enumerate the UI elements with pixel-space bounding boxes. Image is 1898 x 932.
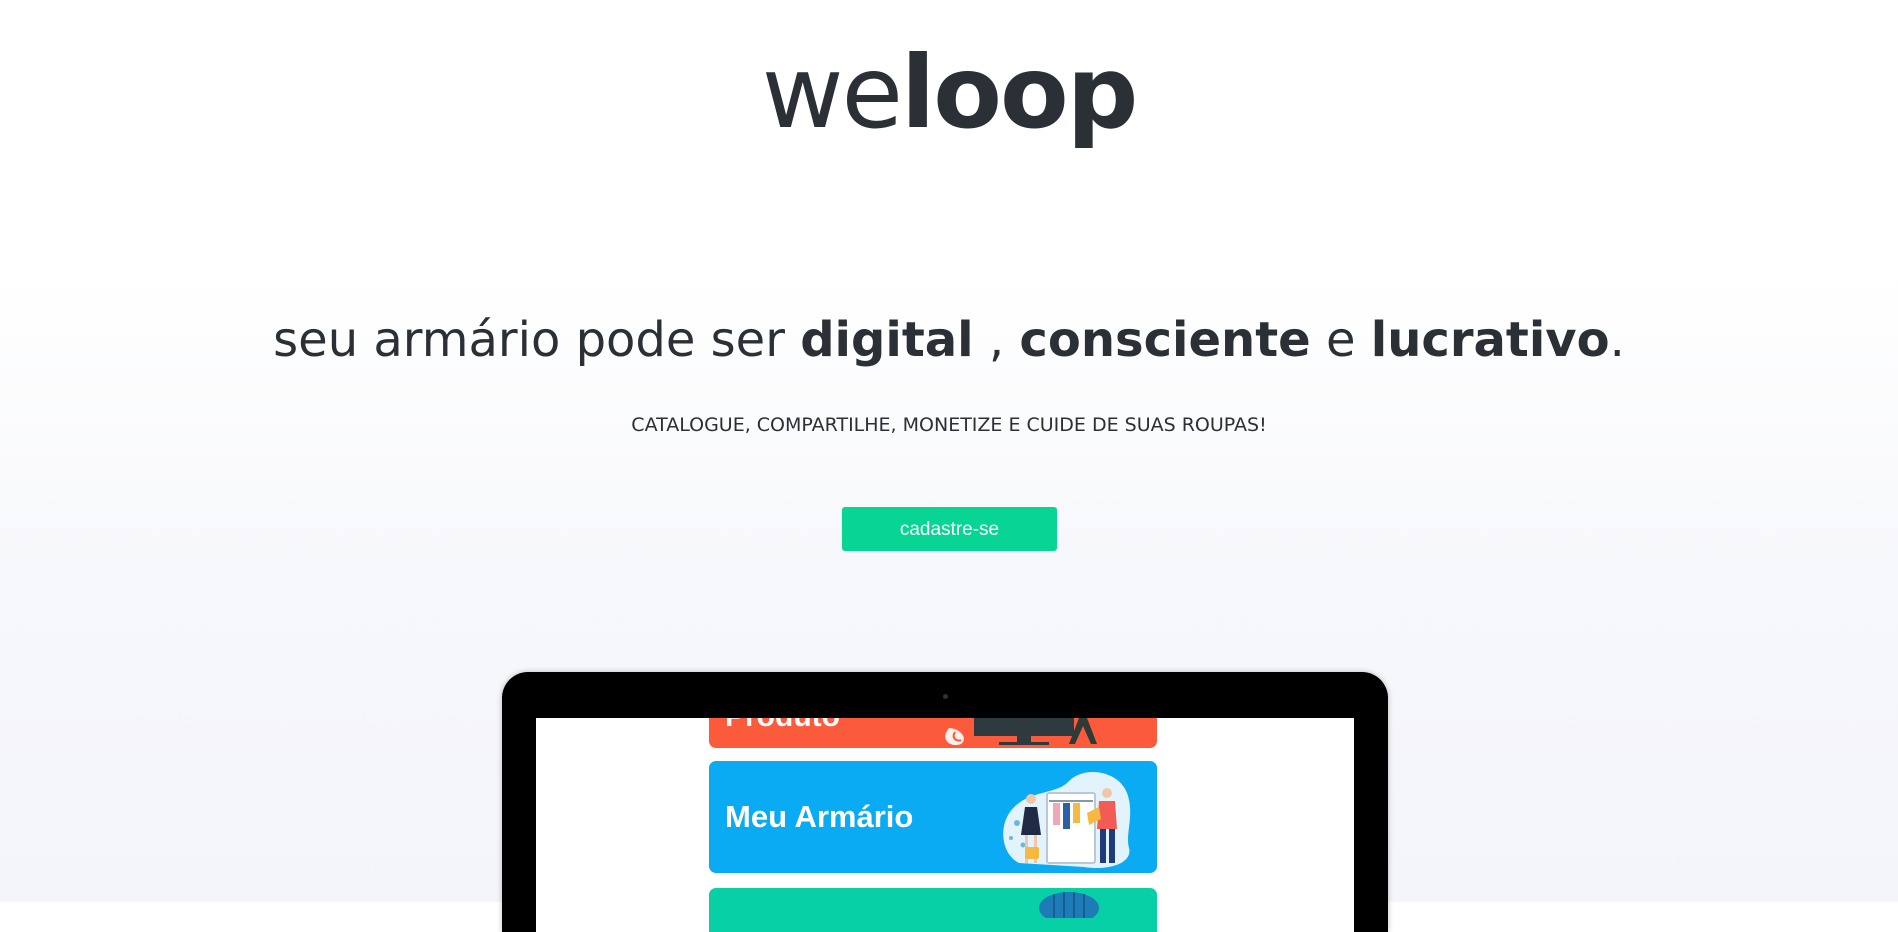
card-produto-label: Produto bbox=[725, 718, 840, 734]
headline-word-digital: digital bbox=[800, 312, 974, 368]
headline-text-4: . bbox=[1609, 312, 1625, 368]
card-meu-armario-label: Meu Armário bbox=[725, 799, 914, 834]
headline-word-lucrativo: lucrativo bbox=[1370, 312, 1610, 368]
card-meu-armario[interactable]: Meu Armário bbox=[709, 761, 1157, 873]
wardrobe-illustration bbox=[1003, 771, 1131, 869]
headline-text-1: seu armário pode ser bbox=[273, 312, 801, 368]
card-third-illustration bbox=[1039, 892, 1099, 918]
logo-part-we: we bbox=[761, 34, 903, 151]
headline-word-consciente: consciente bbox=[1019, 312, 1311, 368]
laptop-screen: Produto Meu Armário bbox=[536, 718, 1354, 932]
produto-illustration bbox=[945, 718, 1097, 746]
hero-subheadline: CATALOGUE, COMPARTILHE, MONETIZE E CUIDE… bbox=[631, 414, 1267, 436]
laptop-camera bbox=[943, 694, 948, 699]
laptop-mockup: Produto Meu Armário bbox=[502, 672, 1388, 932]
brand-logo: weloop bbox=[0, 38, 1898, 148]
card-third[interactable] bbox=[709, 888, 1157, 932]
headline-text-3: e bbox=[1310, 312, 1371, 368]
signup-button[interactable]: cadastre-se bbox=[842, 507, 1057, 551]
hero-headline: seu armário pode ser digital , conscient… bbox=[0, 308, 1898, 372]
headline-text-2: , bbox=[973, 312, 1020, 368]
logo-part-loop: loop bbox=[901, 34, 1138, 151]
card-produto[interactable]: Produto bbox=[709, 718, 1157, 748]
